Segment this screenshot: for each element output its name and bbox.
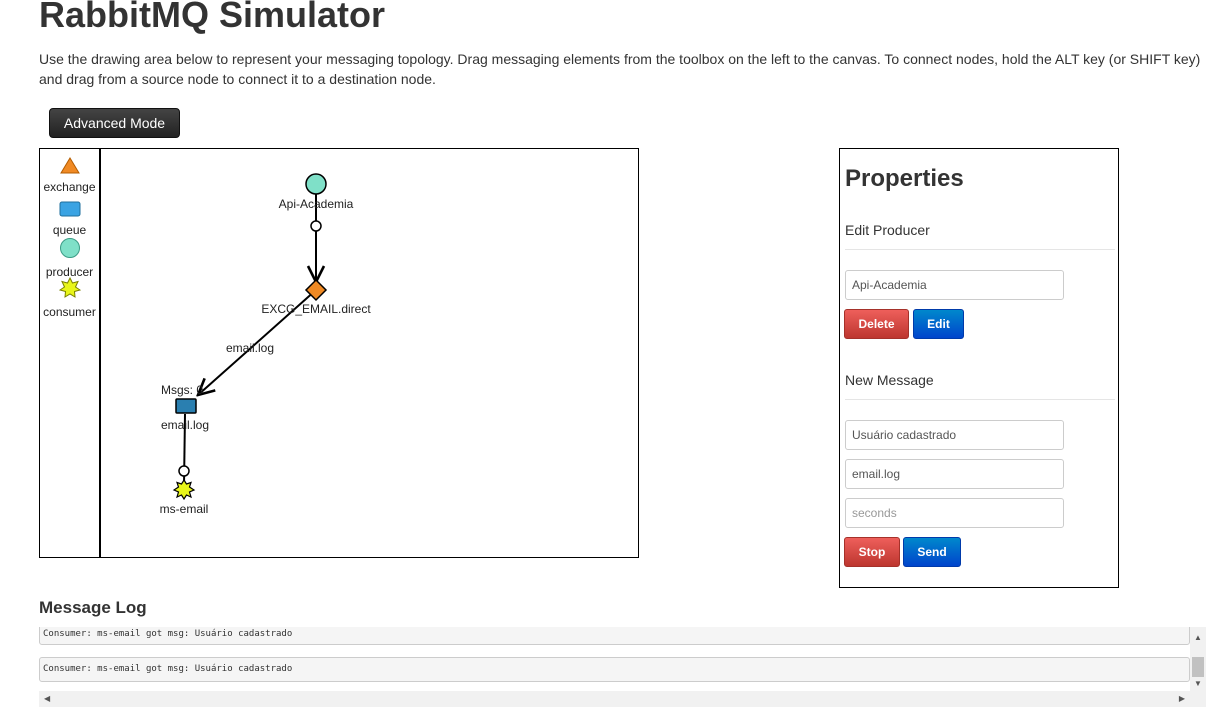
send-button[interactable]: Send xyxy=(903,537,961,567)
new-message-heading: New Message xyxy=(845,372,934,388)
properties-title: Properties xyxy=(845,165,964,192)
circle-icon xyxy=(59,238,80,258)
topology-diagram[interactable]: email.log Api-Academia EXCG_EMAIL.direct… xyxy=(101,149,638,557)
stop-button[interactable]: Stop xyxy=(844,537,900,567)
toolbox-label-queue: queue xyxy=(52,223,87,237)
producer-label: Api-Academia xyxy=(279,197,354,211)
binding-label: email.log xyxy=(226,341,274,355)
toolbox: exchange queue producer consumer xyxy=(40,149,101,557)
delete-button[interactable]: Delete xyxy=(844,309,909,339)
seconds-input[interactable] xyxy=(845,498,1064,528)
toolbox-item-exchange[interactable]: exchange xyxy=(40,157,99,194)
queue-msgs-label: Msgs: 0 xyxy=(161,383,203,397)
toolbox-item-producer[interactable]: producer xyxy=(40,237,99,279)
edit-button[interactable]: Edit xyxy=(913,309,964,339)
properties-panel: Properties Edit Producer Delete Edit New… xyxy=(839,148,1119,588)
message-log[interactable]: Consumer: ms-email got msg: Usuário cada… xyxy=(39,627,1206,707)
queue-node[interactable] xyxy=(175,398,197,414)
scrollbar-thumb[interactable] xyxy=(1192,657,1204,677)
divider xyxy=(845,399,1115,400)
page-title: RabbitMQ Simulator xyxy=(39,0,386,35)
link-handle[interactable] xyxy=(310,220,322,232)
scroll-right-icon[interactable]: ▶ xyxy=(1179,694,1185,704)
vertical-scrollbar[interactable]: ▲ ▼ xyxy=(1190,627,1206,707)
exchange-label: EXCG_EMAIL.direct xyxy=(261,302,371,316)
divider xyxy=(845,249,1115,250)
scroll-down-icon[interactable]: ▼ xyxy=(1194,679,1202,689)
toolbox-label-exchange: exchange xyxy=(43,180,96,194)
log-entry: Consumer: ms-email got msg: Usuário cada… xyxy=(39,627,1190,645)
producer-node[interactable] xyxy=(305,173,327,195)
routing-key-input[interactable] xyxy=(845,459,1064,489)
toolbox-item-queue[interactable]: queue xyxy=(40,201,99,237)
scroll-left-icon[interactable]: ◀ xyxy=(44,694,50,704)
link-handle[interactable] xyxy=(178,465,190,477)
rectangle-icon xyxy=(59,201,80,217)
toolbox-item-consumer[interactable]: consumer xyxy=(40,276,99,319)
page: RabbitMQ Simulator Use the drawing area … xyxy=(0,0,1206,707)
scroll-up-icon[interactable]: ▲ xyxy=(1194,633,1202,643)
horizontal-scrollbar[interactable]: ◀ ▶ xyxy=(39,691,1190,707)
log-entry: Consumer: ms-email got msg: Usuário cada… xyxy=(39,657,1190,682)
producer-name-input[interactable] xyxy=(845,270,1064,300)
page-description: Use the drawing area below to represent … xyxy=(39,51,1201,87)
advanced-mode-button[interactable]: Advanced Mode xyxy=(49,108,180,138)
edit-producer-heading: Edit Producer xyxy=(845,222,930,238)
consumer-label: ms-email xyxy=(160,502,209,516)
queue-label: email.log xyxy=(161,418,209,432)
star-icon xyxy=(58,276,81,298)
message-body-input[interactable] xyxy=(845,420,1064,450)
toolbox-label-consumer: consumer xyxy=(43,305,96,319)
message-log-title: Message Log xyxy=(39,598,147,617)
consumer-node[interactable] xyxy=(172,478,196,501)
triangle-icon xyxy=(59,157,80,174)
drawing-area[interactable]: exchange queue producer consumer email.l… xyxy=(39,148,639,558)
